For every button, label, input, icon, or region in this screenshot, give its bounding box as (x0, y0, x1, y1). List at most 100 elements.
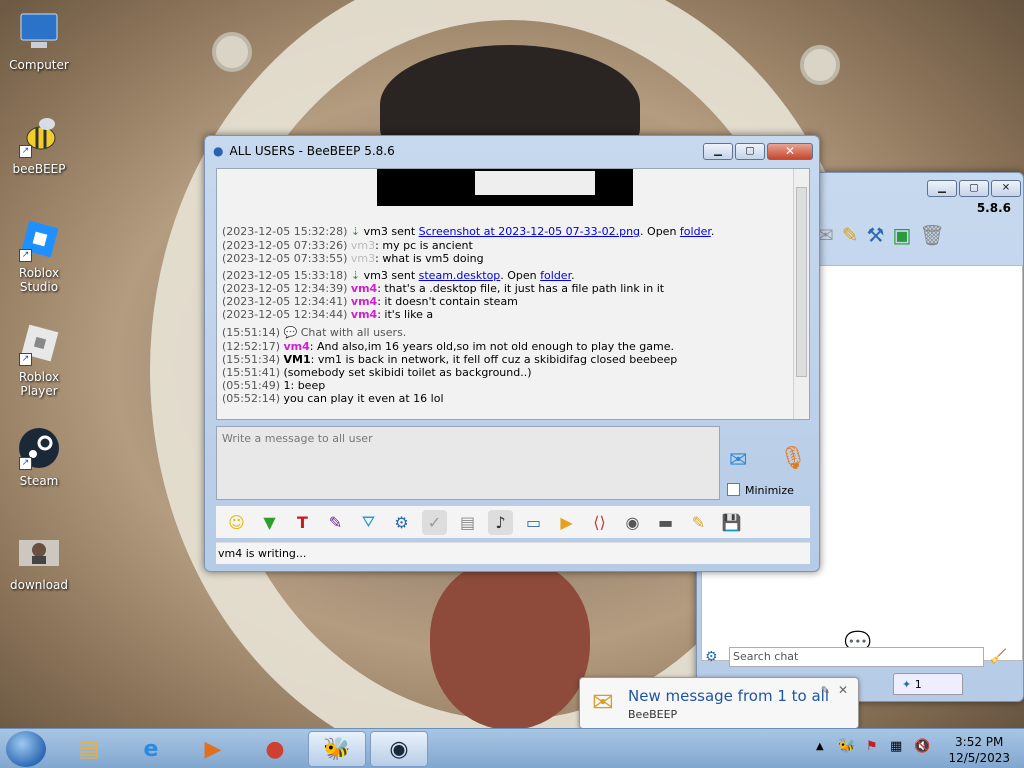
spellcheck-icon[interactable]: ✓ (422, 509, 447, 535)
chat-window-all-users: ● ALL USERS - BeeBEEP 5.8.6 ▁ ▢ ✕ (2023-… (204, 135, 820, 572)
clock[interactable]: 3:52 PM 12/5/2023 (948, 734, 1010, 766)
message-toolbar: ☺ ▼ T ✎ ⛛ ⚙ ✓ ▤ ♪ ▭ ▶ ⟨⟩ ◉ ▬ ✎ 💾 (216, 506, 810, 538)
message-text: : my pc is ancient (375, 239, 473, 252)
file-send-icon[interactable]: ▭ (521, 510, 546, 535)
font-icon[interactable]: T (290, 510, 315, 535)
status-bar: vm4 is writing... (216, 542, 810, 564)
mail-bee-icon: ✉ (592, 688, 614, 718)
message-text: : what is vm5 doing (375, 252, 484, 265)
minimize-button[interactable]: ▁ (703, 142, 733, 160)
username: vm4 (350, 308, 378, 321)
color-picker-icon[interactable]: ✎ (323, 510, 348, 535)
tools-icon[interactable]: ⚒ (867, 223, 885, 247)
screenshot-preview[interactable] (377, 169, 633, 206)
save-icon[interactable]: 💾 (719, 510, 744, 535)
volume-muted-icon[interactable]: 🔇 (914, 739, 930, 754)
network-icon[interactable]: ▦ (890, 739, 902, 754)
desktop-icon-roblox-studio[interactable]: ↗ Roblox Studio (0, 218, 78, 294)
taskbar-media-player[interactable]: ▶ (184, 731, 242, 767)
maximize-button[interactable]: ▢ (735, 142, 765, 160)
timestamp: (2023-12-05 07:33:55) (222, 252, 348, 265)
folder-link[interactable]: folder (680, 225, 711, 238)
titlebar: ● ALL USERS - BeeBEEP 5.8.6 ▁ ▢ ✕ (205, 136, 819, 166)
gear-icon[interactable]: ⚙ (389, 510, 414, 535)
desktop-icon-beebeep[interactable]: ↗ beeBEEP (0, 114, 78, 176)
shortcut-arrow-icon: ↗ (19, 249, 32, 262)
desktop-icon-label: download (9, 578, 69, 592)
taskbar-ie[interactable]: e (122, 731, 180, 767)
file-link[interactable]: steam.desktop (419, 269, 501, 282)
message-text: vm3 sent (360, 269, 419, 282)
folder-send-icon[interactable]: ▶ (554, 510, 579, 535)
desktop-icon-label: Roblox Studio (18, 266, 60, 294)
screen-icon[interactable]: ▬ (653, 510, 678, 535)
roblox-studio-icon: ↗ (17, 218, 61, 262)
username: VM1 (283, 353, 311, 366)
desktop-icon-computer[interactable]: Computer (0, 10, 78, 72)
show-hidden-icons-icon[interactable]: ▲ (816, 741, 824, 752)
emoticon-icon[interactable]: ☺ (224, 510, 249, 535)
steam-icon: ↗ (17, 426, 61, 470)
window-title: ALL USERS - BeeBEEP 5.8.6 (229, 144, 395, 158)
file-link[interactable]: Screenshot at 2023-12-05 07-33-02.png (419, 225, 640, 238)
folder-icon[interactable]: ▣ (892, 223, 911, 247)
image-file-icon (17, 530, 61, 574)
down-arrow-icon[interactable]: ▼ (257, 510, 282, 535)
file-transfer-icon: ⇣ (347, 225, 361, 238)
microphone-icon[interactable]: 🎙 (779, 446, 807, 471)
chat-history: (2023-12-05 15:32:28) ⇣ vm3 sent Screens… (216, 168, 810, 420)
minimize-label: Minimize (745, 484, 794, 497)
broom-icon[interactable]: 🧹 (990, 649, 1007, 665)
music-note-icon[interactable]: ♪ (488, 509, 513, 535)
taskbar-steam[interactable]: ◉ (370, 731, 428, 767)
chat-message: (2023-12-05 12:34:39) vm4: that's a .des… (222, 282, 664, 295)
trash-icon[interactable]: 🗑 (919, 223, 944, 247)
roblox-player-icon: ↗ (17, 322, 61, 366)
chat-message: (2023-12-05 15:32:28) ⇣ vm3 sent Screens… (222, 225, 714, 238)
beebeep-tray-icon[interactable]: 🐝 (838, 738, 855, 754)
screenshot-icon[interactable]: ◉ (620, 510, 645, 535)
chat-message: (2023-12-05 07:33:26) vm3: my pc is anci… (222, 239, 473, 252)
timestamp: (05:51:49) (222, 379, 280, 392)
desktop-icon-roblox-player[interactable]: ↗ Roblox Player (0, 322, 78, 398)
scrollbar-thumb[interactable] (796, 187, 807, 377)
gear-icon[interactable]: ⚙ (705, 649, 718, 665)
note-icon[interactable]: ✎ (686, 510, 711, 535)
chat-message: (2023-12-05 12:34:44) vm4: it's like a (222, 308, 433, 321)
desktop-icon-label: Steam (19, 474, 59, 488)
close-notification-icon[interactable]: ✕ (838, 683, 848, 697)
taskbar-chrome[interactable]: ● (246, 731, 304, 767)
notification-popup[interactable]: ✉ New message from 1 to all BeeBEEP ✎ ✕ (579, 677, 859, 729)
edit-icon[interactable]: ✎ (842, 223, 859, 247)
clock-time: 3:52 PM (955, 735, 1004, 749)
minimize-button[interactable]: ▁ (927, 179, 957, 197)
wallpaper-bolt (800, 45, 840, 85)
message-text: you can play it even at 16 lol (280, 392, 444, 405)
taskbar-beebeep[interactable]: 🐝 (308, 731, 366, 767)
filter-icon[interactable]: ⛛ (356, 510, 381, 535)
dictionary-icon[interactable]: ▤ (455, 510, 480, 535)
chat-message: (15:51:14) 💬 Chat with all users. (222, 326, 406, 339)
flag-icon[interactable]: ⚑ (866, 739, 878, 754)
chat-bubble-icon: 💬 (283, 326, 298, 339)
maximize-button[interactable]: ▢ (959, 179, 989, 197)
steam-icon: ◉ (389, 736, 409, 762)
code-icon[interactable]: ⟨⟩ (587, 510, 612, 535)
start-button[interactable] (6, 731, 46, 767)
send-message-icon[interactable]: ✉ (729, 448, 747, 473)
message-input[interactable]: Write a message to all user (216, 426, 720, 500)
folder-link[interactable]: folder (540, 269, 571, 282)
timestamp: (12:52:17) (222, 340, 280, 353)
close-button[interactable]: ✕ (991, 179, 1021, 197)
close-button[interactable]: ✕ (767, 142, 813, 160)
tab-chat[interactable]: ✦ 1 (893, 673, 963, 695)
chat-scrollbar[interactable] (793, 169, 809, 419)
minimize-checkbox[interactable] (727, 483, 740, 496)
settings-icon[interactable]: ✎ (821, 684, 830, 697)
desktop-icon-download[interactable]: download (0, 530, 78, 592)
search-chat-input[interactable]: Search chat (729, 647, 984, 667)
beebeep-app-icon: ● (213, 144, 224, 158)
shortcut-arrow-icon: ↗ (19, 145, 32, 158)
taskbar-explorer[interactable]: ▤ (60, 731, 118, 767)
desktop-icon-steam[interactable]: ↗ Steam (0, 426, 78, 488)
